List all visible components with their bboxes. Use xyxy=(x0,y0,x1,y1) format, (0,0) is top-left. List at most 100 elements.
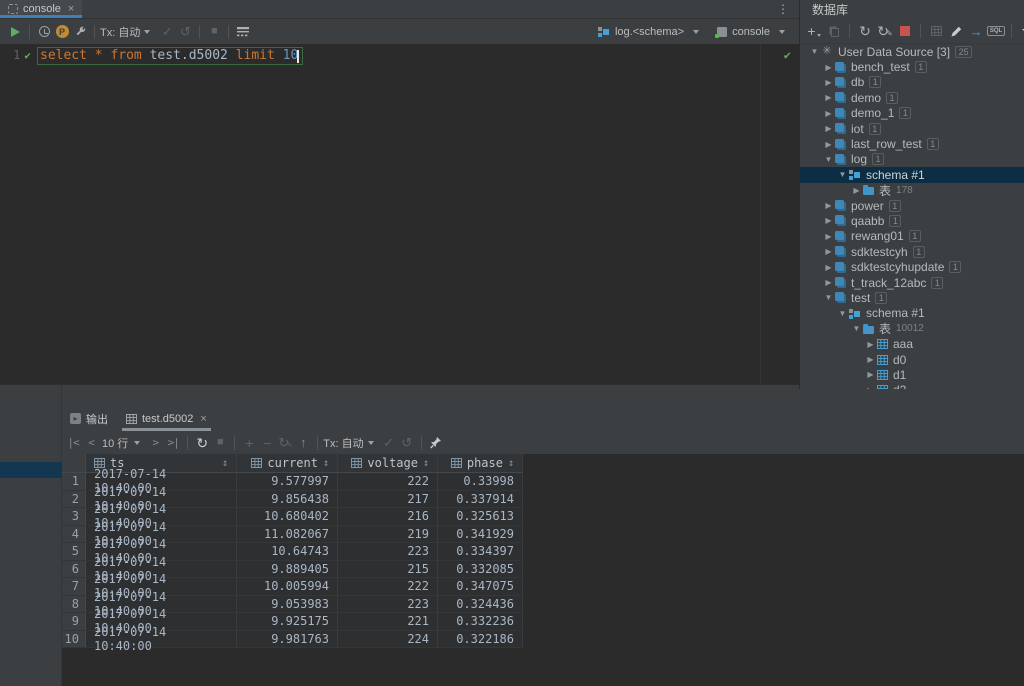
tree-chevron-icon[interactable]: ▶ xyxy=(864,370,877,379)
open-table-button[interactable] xyxy=(926,22,946,40)
tree-node-schema-1[interactable]: ▼schema #1 xyxy=(800,306,1024,321)
table-cell[interactable]: 9.981763 xyxy=(237,631,338,648)
table-cell[interactable]: 222 xyxy=(338,578,438,595)
table-cell[interactable]: 223 xyxy=(338,596,438,613)
add-row-button[interactable]: + xyxy=(240,434,258,452)
jump-to-console-button[interactable]: → xyxy=(966,22,986,40)
tree-chevron-icon[interactable]: ▶ xyxy=(822,216,835,225)
tree-node-iot[interactable]: ▶iot1 xyxy=(800,121,1024,136)
tree-chevron-icon[interactable]: ▶ xyxy=(822,93,835,102)
history-button[interactable] xyxy=(35,23,53,41)
sort-icon[interactable]: ↕ xyxy=(323,458,329,469)
tree-chevron-icon[interactable]: ▶ xyxy=(822,278,835,287)
tree-node-db[interactable]: ▶db1 xyxy=(800,75,1024,90)
table-cell[interactable]: 9.925175 xyxy=(237,613,338,630)
tree-chevron-icon[interactable]: ▶ xyxy=(864,340,877,349)
tree-chevron-icon[interactable]: ▶ xyxy=(822,263,835,272)
table-cell[interactable]: 11.082067 xyxy=(237,526,338,543)
tree-chevron-icon[interactable]: ▶ xyxy=(822,124,835,133)
stop-refresh-button[interactable] xyxy=(895,22,915,40)
table-cell[interactable]: 216 xyxy=(338,508,438,525)
tree-node--[interactable]: ▼表10012 xyxy=(800,321,1024,336)
tx-mode-selector[interactable]: Tx: 自动 xyxy=(100,24,140,40)
table-cell[interactable]: 217 xyxy=(338,491,438,508)
tree-node-last-row-test[interactable]: ▶last_row_test1 xyxy=(800,136,1024,151)
table-cell[interactable]: 221 xyxy=(338,613,438,630)
force-refresh-button[interactable]: ↻✎ xyxy=(875,22,895,40)
tree-chevron-icon[interactable]: ▼ xyxy=(822,155,835,164)
table-cell[interactable]: 10.64743 xyxy=(237,543,338,560)
settings-button[interactable] xyxy=(71,23,89,41)
commit-button[interactable]: ✓ xyxy=(380,434,398,452)
tab-output[interactable]: ▸ 输出 xyxy=(66,406,112,431)
filter-button[interactable] xyxy=(1017,22,1024,40)
rollback-button[interactable]: ↺ xyxy=(398,434,416,452)
tree-chevron-icon[interactable]: ▶ xyxy=(822,63,835,72)
tree-chevron-icon[interactable]: ▼ xyxy=(836,309,849,318)
tree-node-bench-test[interactable]: ▶bench_test1 xyxy=(800,59,1024,74)
reload-button[interactable]: ↻ xyxy=(193,434,211,452)
table-cell[interactable]: 9.053983 xyxy=(237,596,338,613)
tree-chevron-icon[interactable]: ▶ xyxy=(822,247,835,256)
table-cell[interactable]: 9.889405 xyxy=(237,561,338,578)
tree-node-user-data-source-3-[interactable]: ▼✳User Data Source [3]25 xyxy=(800,44,1024,59)
revert-button[interactable]: ↻✎ xyxy=(276,434,294,452)
submit-button[interactable]: ↑ xyxy=(294,434,312,452)
tree-node-test[interactable]: ▼test1 xyxy=(800,290,1024,305)
schema-switcher[interactable]: log.<schema> xyxy=(598,26,699,38)
table-row[interactable]: 102017-07-14 10:40:009.9817632240.322186 xyxy=(62,631,523,649)
table-cell[interactable]: 9.856438 xyxy=(237,491,338,508)
tree-chevron-icon[interactable]: ▶ xyxy=(864,355,877,364)
page-size-selector[interactable]: 10 行 xyxy=(102,435,128,451)
refresh-button[interactable]: ↻ xyxy=(855,22,875,40)
last-page-button[interactable]: >| xyxy=(164,434,182,452)
tree-node-aaa[interactable]: ▶aaa xyxy=(800,336,1024,351)
sort-icon[interactable]: ↕ xyxy=(423,458,429,469)
tree-chevron-icon[interactable]: ▼ xyxy=(836,170,849,179)
table-cell[interactable]: 223 xyxy=(338,543,438,560)
tree-node-schema-1[interactable]: ▼schema #1 xyxy=(800,167,1024,182)
table-cell[interactable]: 0.324436 xyxy=(438,596,523,613)
tree-node-d1[interactable]: ▶d1 xyxy=(800,367,1024,382)
table-cell[interactable]: 0.322186 xyxy=(438,631,523,648)
tree-node-sdktestcyh[interactable]: ▶sdktestcyh1 xyxy=(800,244,1024,259)
next-page-button[interactable]: > xyxy=(146,434,164,452)
close-icon[interactable]: × xyxy=(200,413,206,425)
tree-node-qaabb[interactable]: ▶qaabb1 xyxy=(800,213,1024,228)
tree-node-rewang01[interactable]: ▶rewang011 xyxy=(800,229,1024,244)
first-page-button[interactable]: |< xyxy=(64,434,82,452)
tree-chevron-icon[interactable]: ▼ xyxy=(822,293,835,302)
modify-button[interactable] xyxy=(946,22,966,40)
table-cell[interactable]: 0.337914 xyxy=(438,491,523,508)
tab-result-grid[interactable]: test.d5002 × xyxy=(122,406,211,431)
table-cell[interactable]: 2017-07-14 10:40:00 xyxy=(86,631,237,648)
tree-node-d0[interactable]: ▶d0 xyxy=(800,352,1024,367)
sort-icon[interactable]: ↕ xyxy=(508,458,514,469)
tx-mode-selector[interactable]: Tx: 自动 xyxy=(323,435,363,451)
table-cell[interactable]: 0.341929 xyxy=(438,526,523,543)
table-cell[interactable]: 0.347075 xyxy=(438,578,523,595)
tree-node-sdktestcyhupdate[interactable]: ▶sdktestcyhupdate1 xyxy=(800,259,1024,274)
tree-node-log[interactable]: ▼log1 xyxy=(800,152,1024,167)
tree-chevron-icon[interactable]: ▶ xyxy=(822,201,835,210)
tree-chevron-icon[interactable]: ▼ xyxy=(808,47,821,56)
table-cell[interactable]: 219 xyxy=(338,526,438,543)
table-cell[interactable]: 10.005994 xyxy=(237,578,338,595)
duplicate-button[interactable] xyxy=(824,22,844,40)
tree-chevron-icon[interactable]: ▼ xyxy=(850,324,863,333)
tree-chevron-icon[interactable]: ▶ xyxy=(822,109,835,118)
close-icon[interactable]: × xyxy=(68,3,74,15)
table-cell[interactable]: 10.680402 xyxy=(237,508,338,525)
tree-node-power[interactable]: ▶power1 xyxy=(800,198,1024,213)
tree-chevron-icon[interactable]: ▶ xyxy=(822,140,835,149)
tree-chevron-icon[interactable]: ▶ xyxy=(822,232,835,241)
parameters-button[interactable]: P xyxy=(53,23,71,41)
table-cell[interactable]: 222 xyxy=(338,473,438,490)
tree-chevron-icon[interactable]: ▶ xyxy=(864,386,877,389)
tree-node-demo-1[interactable]: ▶demo_11 xyxy=(800,106,1024,121)
column-header-phase[interactable]: phase↕ xyxy=(438,454,523,472)
rollback-button[interactable]: ↺ xyxy=(176,23,194,41)
table-cell[interactable]: 224 xyxy=(338,631,438,648)
tree-chevron-icon[interactable]: ▶ xyxy=(850,186,863,195)
sql-editor[interactable]: 1 ✔ select * from test.d5002 limit 10 ✔ xyxy=(0,44,799,384)
